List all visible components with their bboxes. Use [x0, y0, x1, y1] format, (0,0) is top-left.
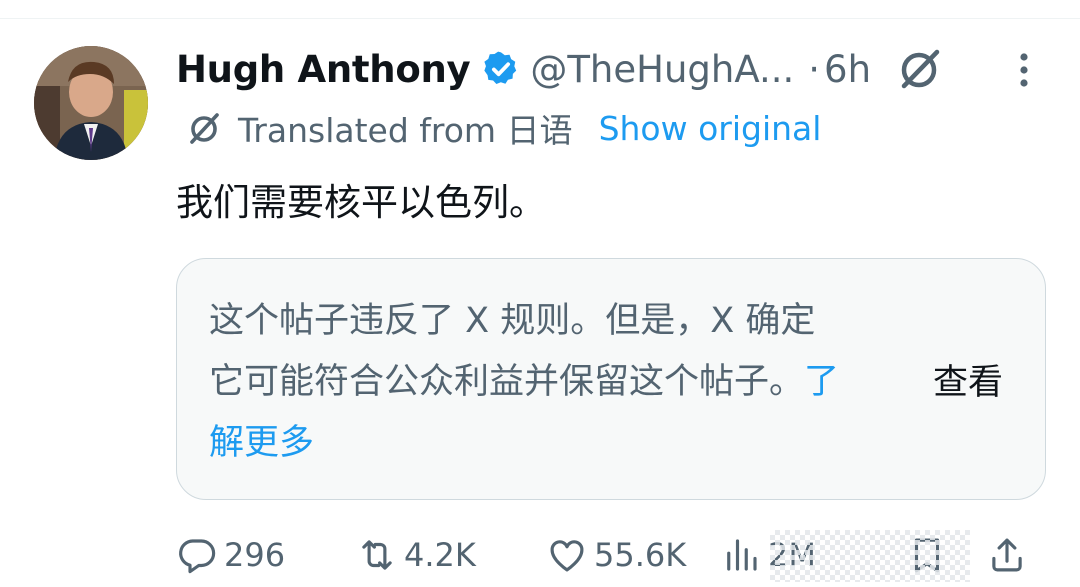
more-options-icon[interactable]: [1012, 52, 1036, 88]
notice-text: 这个帖子违反了 X 规则。但是，X 确定它可能符合公众利益并保留这个帖子。: [209, 301, 816, 402]
translation-bar: Translated from 日语 Show original: [186, 104, 821, 152]
repost-icon: [362, 540, 392, 570]
timestamp[interactable]: 6h: [824, 48, 871, 91]
translate-icon: [190, 113, 219, 144]
reply-icon: [179, 539, 216, 574]
like-icon: [550, 540, 584, 572]
author-handle[interactable]: @TheHughA...: [530, 48, 794, 91]
notice-body: 这个帖子违反了 X 规则。但是，X 确定它可能符合公众利益并保留这个帖子。了解更…: [209, 291, 849, 474]
repost-button[interactable]: 4.2K: [356, 530, 476, 580]
tweet-header: Hugh Anthony @TheHughA... · 6h: [176, 40, 945, 98]
top-divider: [0, 18, 1080, 19]
avatar-photo: [34, 46, 148, 160]
separator-dot: ·: [808, 47, 821, 91]
like-button[interactable]: 55.6K: [546, 530, 686, 580]
verified-badge-icon: [484, 51, 517, 85]
share-button[interactable]: [986, 530, 1028, 580]
translated-from-label: Translated from 日语: [238, 111, 573, 150]
like-count: 55.6K: [594, 536, 687, 574]
tweet-text: 我们需要核平以色列。: [176, 181, 546, 224]
display-name[interactable]: Hugh Anthony: [176, 48, 471, 91]
views-icon: [727, 539, 757, 571]
repost-count: 4.2K: [404, 536, 476, 574]
reply-button[interactable]: 296: [176, 530, 285, 580]
share-icon: [992, 538, 1022, 572]
policy-notice: 这个帖子违反了 X 规则。但是，X 确定它可能符合公众利益并保留这个帖子。了解更…: [176, 258, 1046, 500]
watermark-mosaic: [770, 530, 970, 582]
show-original-link[interactable]: Show original: [599, 109, 822, 148]
grok-icon[interactable]: [895, 44, 945, 94]
view-button[interactable]: 查看: [933, 353, 1003, 414]
reply-count: 296: [224, 536, 286, 574]
avatar[interactable]: [34, 46, 148, 160]
